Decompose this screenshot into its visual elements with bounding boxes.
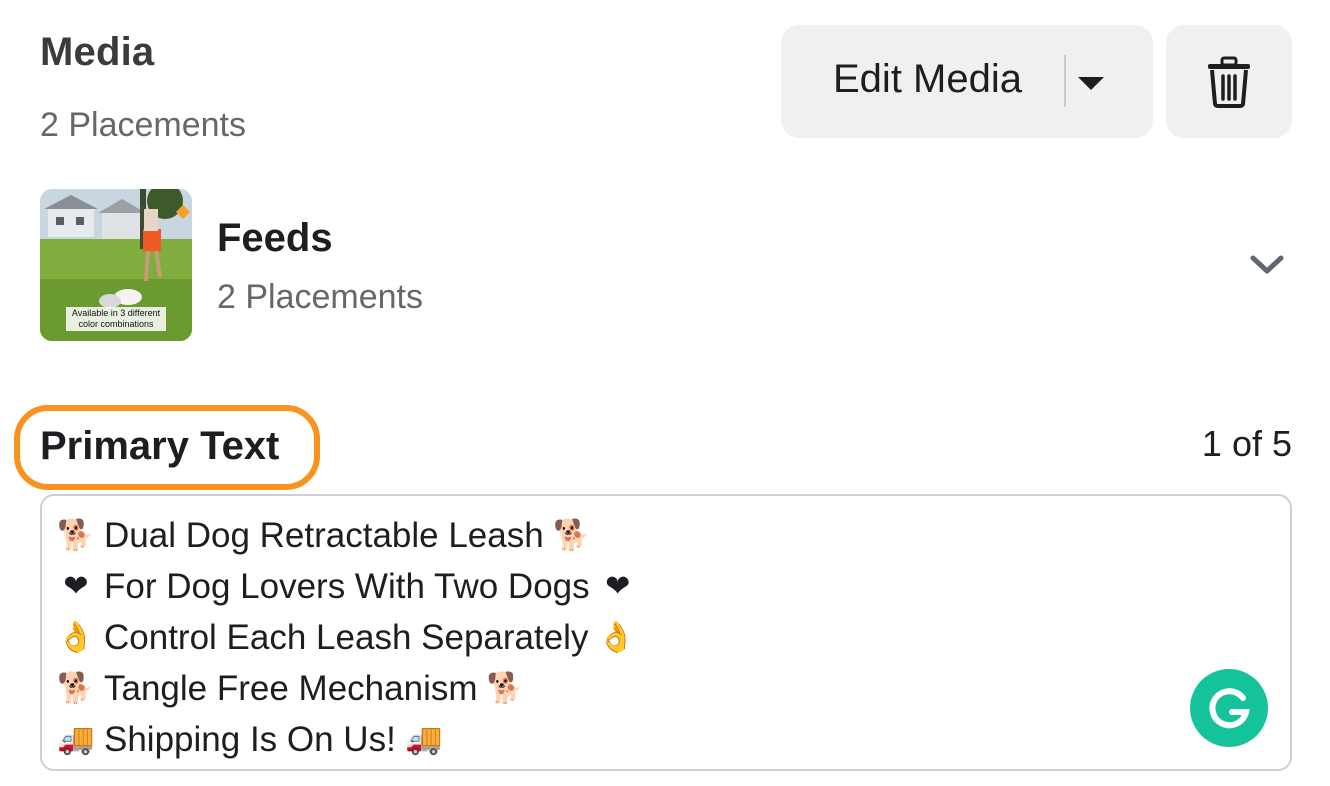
ok-hand-icon: 👌	[597, 620, 636, 654]
media-placements-count: 2 Placements	[40, 106, 246, 144]
text-line: 🚚 Shipping Is On Us! 🚚	[56, 714, 1276, 765]
ok-hand-icon: 👌	[57, 620, 95, 654]
dog-icon: 🐕	[57, 518, 95, 552]
edit-media-label: Edit Media	[833, 57, 1022, 101]
text-line: 🐕 Dual Dog Retractable Leash 🐕	[56, 510, 1276, 561]
primary-text-counter: 1 of 5	[1201, 423, 1292, 464]
text-line-content: Dual Dog Retractable Leash	[104, 515, 544, 555]
grammarly-button[interactable]	[1190, 669, 1268, 747]
text-line-content: Tangle Free Mechanism	[104, 668, 478, 708]
grammarly-icon	[1209, 688, 1250, 729]
text-line: 🐕 Tangle Free Mechanism 🐕	[56, 663, 1276, 714]
delete-button[interactable]	[1166, 25, 1292, 138]
chevron-down-icon[interactable]	[1248, 250, 1286, 278]
text-line-content: Shipping Is On Us!	[104, 719, 396, 759]
service-dog-icon: 🐕	[486, 671, 525, 705]
feeds-placements-count: 2 Placements	[217, 278, 423, 316]
thumbnail-caption: Available in 3 different color combinati…	[66, 307, 166, 331]
dog-icon: 🐕	[553, 518, 591, 552]
service-dog-icon: 🐕	[57, 671, 95, 705]
text-line: ❤ For Dog Lovers With Two Dogs ❤	[56, 561, 1276, 612]
media-thumbnail[interactable]: Available in 3 different color combinati…	[40, 189, 192, 341]
heart-icon: ❤	[605, 569, 631, 603]
delivery-truck-icon: 🚚	[405, 722, 443, 756]
text-line-content: For Dog Lovers With Two Dogs	[104, 566, 590, 606]
heart-icon: ❤	[63, 569, 89, 603]
feeds-title: Feeds	[217, 216, 333, 260]
trash-icon	[1208, 56, 1250, 108]
primary-text-label: Primary Text	[40, 424, 280, 468]
delivery-truck-icon: 🚚	[57, 722, 95, 756]
text-line-content: Control Each Leash Separately	[104, 617, 589, 657]
edit-media-button[interactable]: Edit Media	[781, 25, 1153, 138]
media-panel: Media 2 Placements Edit Media Available …	[0, 0, 1330, 786]
media-title: Media	[40, 30, 155, 74]
caret-down-icon[interactable]	[1064, 55, 1116, 107]
text-line: 👌 Control Each Leash Separately 👌	[56, 612, 1276, 663]
primary-text-input[interactable]: 🐕 Dual Dog Retractable Leash 🐕 ❤ For Dog…	[40, 494, 1292, 771]
